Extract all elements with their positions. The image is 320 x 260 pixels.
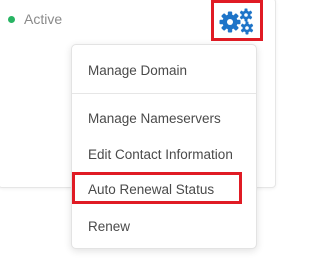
- menu-item-label: Renew: [88, 218, 131, 234]
- menu-item-label: Auto Renewal Status: [88, 181, 215, 197]
- menu-item-manage-domain[interactable]: Manage Domain: [72, 57, 256, 83]
- menu-item-label: Manage Domain: [88, 62, 188, 78]
- menu-item-auto-renewal-status[interactable]: Auto Renewal Status: [72, 176, 256, 202]
- status-label: Active: [24, 11, 63, 27]
- menu-item-label: Manage Nameservers: [88, 110, 221, 126]
- gears-icon: [219, 8, 254, 34]
- domain-row-area: Active Manage Domain Manage Nameservers …: [0, 0, 295, 260]
- domain-actions-menu: Manage Domain Manage Nameservers Edit Co…: [71, 44, 257, 249]
- status-dot-icon: [8, 15, 15, 23]
- settings-gears-button[interactable]: [211, 0, 263, 41]
- menu-divider: [72, 93, 256, 94]
- menu-item-edit-contact-information[interactable]: Edit Contact Information: [72, 141, 256, 167]
- menu-item-label: Edit Contact Information: [88, 146, 233, 162]
- menu-item-renew[interactable]: Renew: [72, 213, 256, 239]
- domain-status: Active: [8, 11, 62, 27]
- menu-item-manage-nameservers[interactable]: Manage Nameservers: [72, 105, 256, 131]
